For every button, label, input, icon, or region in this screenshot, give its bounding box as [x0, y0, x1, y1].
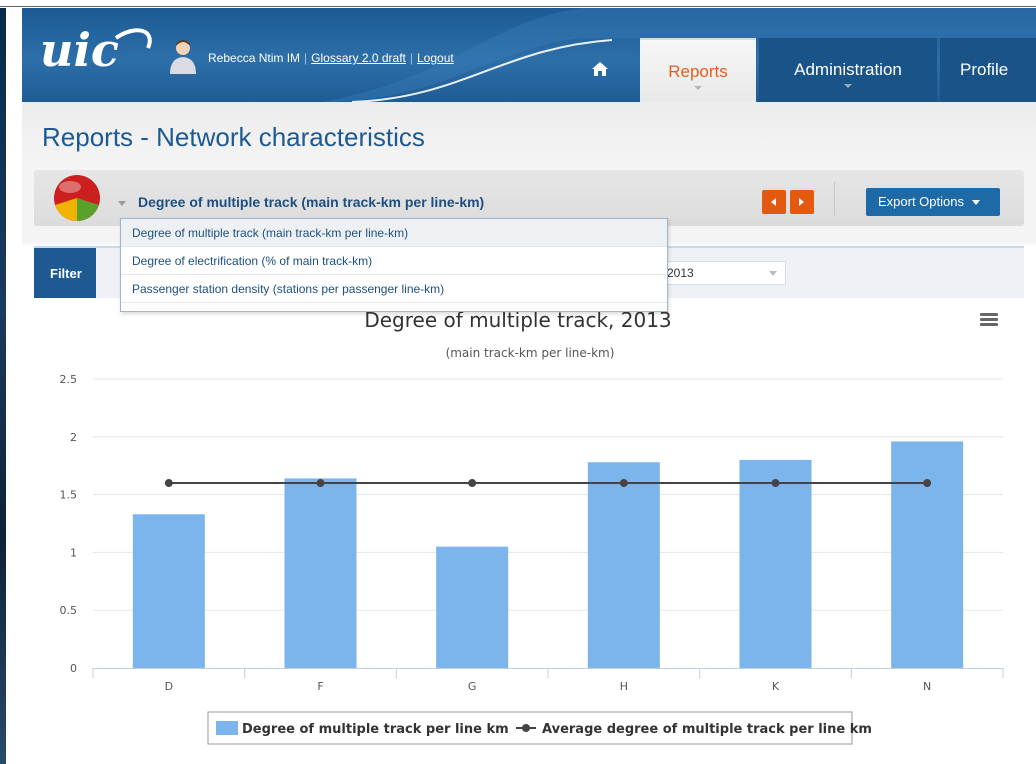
legend-line-marker	[522, 724, 530, 732]
y-tick-label: 0.5	[60, 604, 78, 617]
y-tick-label: 2.5	[60, 373, 78, 386]
dropdown-item-station-density[interactable]: Passenger station density (stations per …	[121, 275, 667, 303]
bar	[132, 514, 205, 668]
y-tick-label: 0	[70, 662, 77, 675]
legend-label: Degree of multiple track per line km	[242, 722, 509, 737]
dropdown-item-electrification[interactable]: Degree of electrification (% of main tra…	[121, 247, 667, 275]
x-tick-label: G	[468, 680, 477, 693]
x-tick-label: D	[165, 680, 173, 693]
average-point	[164, 479, 173, 488]
bar	[739, 459, 812, 668]
average-point	[771, 479, 780, 488]
x-tick-label: N	[923, 680, 931, 693]
x-tick-label: F	[317, 680, 323, 693]
bar-chart: 0 0.5 1 1.5 2 2.5 D F G H K N Degree of multiple tra…	[60, 373, 1004, 745]
y-tick-label: 2	[70, 431, 77, 444]
legend-label: Average degree of multiple track per lin…	[542, 722, 872, 737]
average-point	[468, 479, 477, 488]
bar	[587, 462, 660, 668]
report-dropdown-menu: Degree of multiple track (main track-km …	[120, 218, 668, 312]
legend-bar-swatch	[216, 721, 238, 735]
x-tick-label: K	[772, 680, 780, 693]
average-point	[619, 479, 628, 488]
y-tick-label: 1.5	[60, 489, 78, 502]
dropdown-item-multiple-track[interactable]: Degree of multiple track (main track-km …	[121, 219, 667, 247]
bar	[284, 478, 357, 668]
x-tick-label: H	[620, 680, 628, 693]
average-point	[316, 479, 325, 488]
y-tick-label: 1	[70, 546, 77, 559]
average-point	[923, 479, 932, 488]
bar	[436, 546, 509, 668]
bar	[891, 441, 964, 668]
